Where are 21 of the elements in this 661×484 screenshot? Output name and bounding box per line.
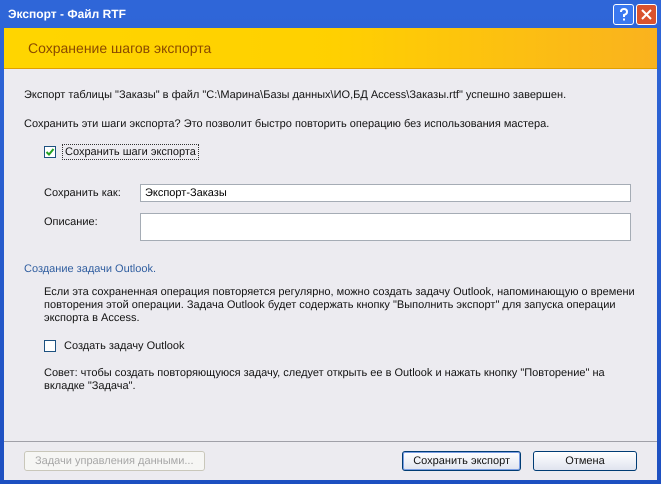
input-field[interactable] xyxy=(140,213,631,241)
help-icon xyxy=(618,8,628,20)
close-icon xyxy=(641,8,652,20)
tip-text: Совет: чтобы создать повторяющуюся задачу, следует открыть ее в Outlook и нажать кнопку "Повторение" на вкладке "Задача". xyxy=(44,367,606,393)
info-text: Если эта сохраненная операция повторяется регулярно, можно создать задачу Outlook, напоминающую о времени повторения этой операции. Задача Outlook будет содержать кнопку "Выполнить экспорт" для запуска операции экспорта в Access. xyxy=(44,286,636,325)
checkbox[interactable] xyxy=(44,340,56,352)
banner-title: Сохранение шагов экспорта xyxy=(27,40,212,56)
checkbox-label[interactable]: Сохранить шаги экспорта xyxy=(62,144,199,160)
dialog-button[interactable]: Отмена xyxy=(533,451,637,471)
section-heading: Создание задачи Outlook. xyxy=(24,263,158,275)
checkbox-label[interactable]: Создать задачу Outlook xyxy=(62,339,187,353)
checkbox[interactable] xyxy=(44,146,56,158)
status-text: Экспорт таблицы "Заказы" в файл "C:\Марина\Базы данных\ИО,БД Access\Заказы.rtf" успешно завершен. xyxy=(24,89,568,101)
question-text: Сохранить эти шаги экспорта? Это позволит быстро повторить операцию без использования мастера. xyxy=(24,118,550,130)
field-label: Сохранить как: xyxy=(44,186,122,201)
window-title: Экспорт - Файл RTF xyxy=(7,7,126,21)
close-button[interactable] xyxy=(636,4,657,24)
field-label: Описание: xyxy=(44,215,99,230)
dialog-button[interactable]: Сохранить экспорт xyxy=(402,451,521,471)
help-button[interactable] xyxy=(613,4,634,24)
input-field[interactable]: Экспорт-Заказы xyxy=(140,184,631,202)
